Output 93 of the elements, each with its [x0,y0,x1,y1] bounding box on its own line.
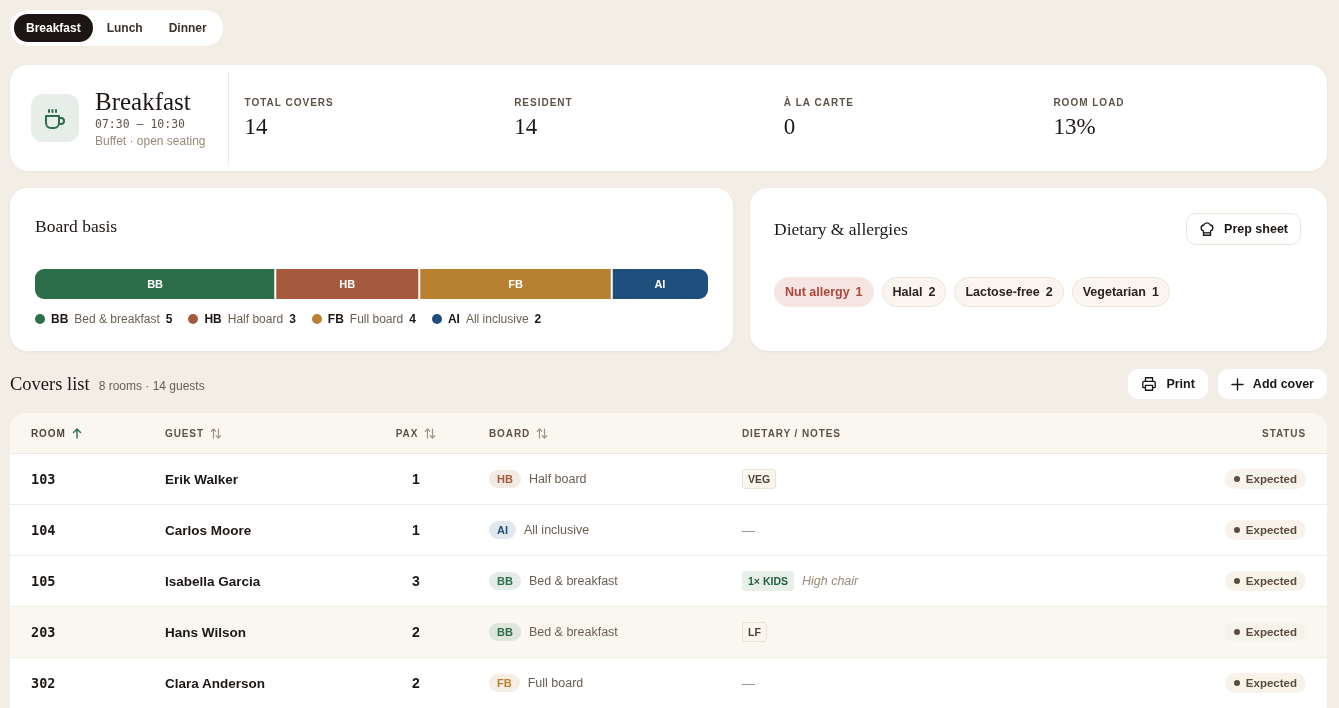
service-subtitle: Buffet · open seating [95,134,206,148]
legend-label: Half board [227,312,284,326]
board-badge: AI [489,521,516,539]
table-row[interactable]: 203 Hans Wilson 2 BB Bed & breakfast LF Expected [10,607,1327,658]
stat-label: À LA CARTE [783,96,855,108]
legend-label: Bed & breakfast [74,312,160,326]
meal-tab[interactable]: Lunch [94,14,155,42]
guest-name: Carlos Moore [165,522,252,538]
guest-name: Hans Wilson [165,624,246,640]
column-header: STATUS [1262,427,1306,439]
legend-count: 5 [165,312,173,326]
legend-code: FB [327,312,344,326]
legend-code: BB [51,312,69,326]
legend-code: AI [447,312,460,326]
column-header[interactable]: BOARD [467,427,742,439]
add-cover-button[interactable]: Add cover [1217,369,1327,399]
section-title: Covers list [10,373,90,395]
legend-label: All inclusive [465,312,529,326]
coffee-cup-icon [31,94,79,142]
stat-label: RESIDENT [514,96,574,108]
status-pill: Expected [1224,571,1306,591]
room-number: 105 [31,573,56,589]
board-label: Bed & breakfast [528,625,618,639]
empty-dash: — [742,675,755,691]
print-button[interactable]: Print [1128,369,1208,399]
status-dot-icon [1233,578,1240,584]
pax-count: 2 [412,624,420,640]
stat-label: ROOM LOAD [1053,96,1126,108]
board-badge: BB [489,623,521,641]
service-title: Breakfast [95,88,192,115]
chip-count: 1 [1151,285,1159,299]
stat-value: 14 [514,113,539,140]
legend-count: 4 [409,312,416,326]
status-dot-icon [1233,527,1240,533]
chip-count: 2 [928,285,936,299]
room-number: 103 [31,471,56,487]
room-number: 104 [31,522,56,538]
status-pill: Expected [1224,520,1306,540]
pax-count: 1 [412,471,420,487]
status-pill: Expected [1224,469,1306,489]
kids-tag: 1× KIDS [742,571,794,591]
stat-value: 13% [1053,113,1097,140]
empty-dash: — [742,522,755,538]
pax-count: 2 [412,675,420,691]
status-dot-icon [1233,476,1240,482]
chef-hat-icon [1199,221,1216,237]
board-badge: FB [489,674,520,692]
status-pill: Expected [1224,622,1306,642]
dietary-note: High chair [802,574,859,588]
chip-label: Halal [892,285,923,299]
service-time: 07:30 – 10:30 [95,117,186,131]
room-number: 302 [31,675,56,691]
stat-value: 14 [244,113,269,140]
stat-label: TOTAL COVERS [244,96,335,108]
legend-label: Full board [349,312,404,326]
status-pill: Expected [1224,673,1306,693]
legend-count: 2 [534,312,542,326]
board-label: All inclusive [524,523,590,537]
board-label: Half board [528,472,587,486]
card-title: Dietary & allergies [774,219,908,239]
chip-count: 2 [1045,285,1053,299]
chip-label: Lactose-free [965,285,1040,299]
board-badge: BB [489,572,521,590]
dietary-tag: LF [742,622,767,642]
guest-name: Clara Anderson [165,675,266,691]
board-badge: HB [489,470,521,488]
plus-icon [1230,377,1244,391]
stat-value: 0 [783,113,797,140]
board-label: Full board [527,676,584,690]
column-header[interactable]: ROOM [31,427,165,439]
status-dot-icon [1233,629,1240,635]
status-dot-icon [1233,680,1240,686]
chip-count: 1 [855,285,863,299]
room-number: 203 [31,624,56,640]
column-header[interactable]: PAX [365,427,467,439]
printer-icon [1141,376,1158,392]
pax-count: 1 [412,522,420,538]
column-header: DIETARY / NOTES [742,427,842,439]
column-header[interactable]: GUEST [165,427,365,439]
chip-label: Nut allergy [785,285,850,299]
meal-tab[interactable]: Dinner [156,14,219,42]
dietary-tag: VEG [742,469,777,489]
guest-name: Isabella Garcia [165,573,261,589]
prep-sheet-button[interactable]: Prep sheet [1186,213,1301,245]
board-label: Bed & breakfast [528,574,618,588]
legend-code: HB [204,312,222,326]
section-summary: 8 rooms · 14 guests [98,378,205,393]
meal-tab[interactable]: Breakfast [14,14,93,42]
card-title: Board basis [35,216,119,236]
guest-name: Erik Walker [165,471,239,487]
legend-count: 3 [289,312,296,326]
pax-count: 3 [412,573,420,589]
chip-label: Vegetarian [1082,285,1146,299]
